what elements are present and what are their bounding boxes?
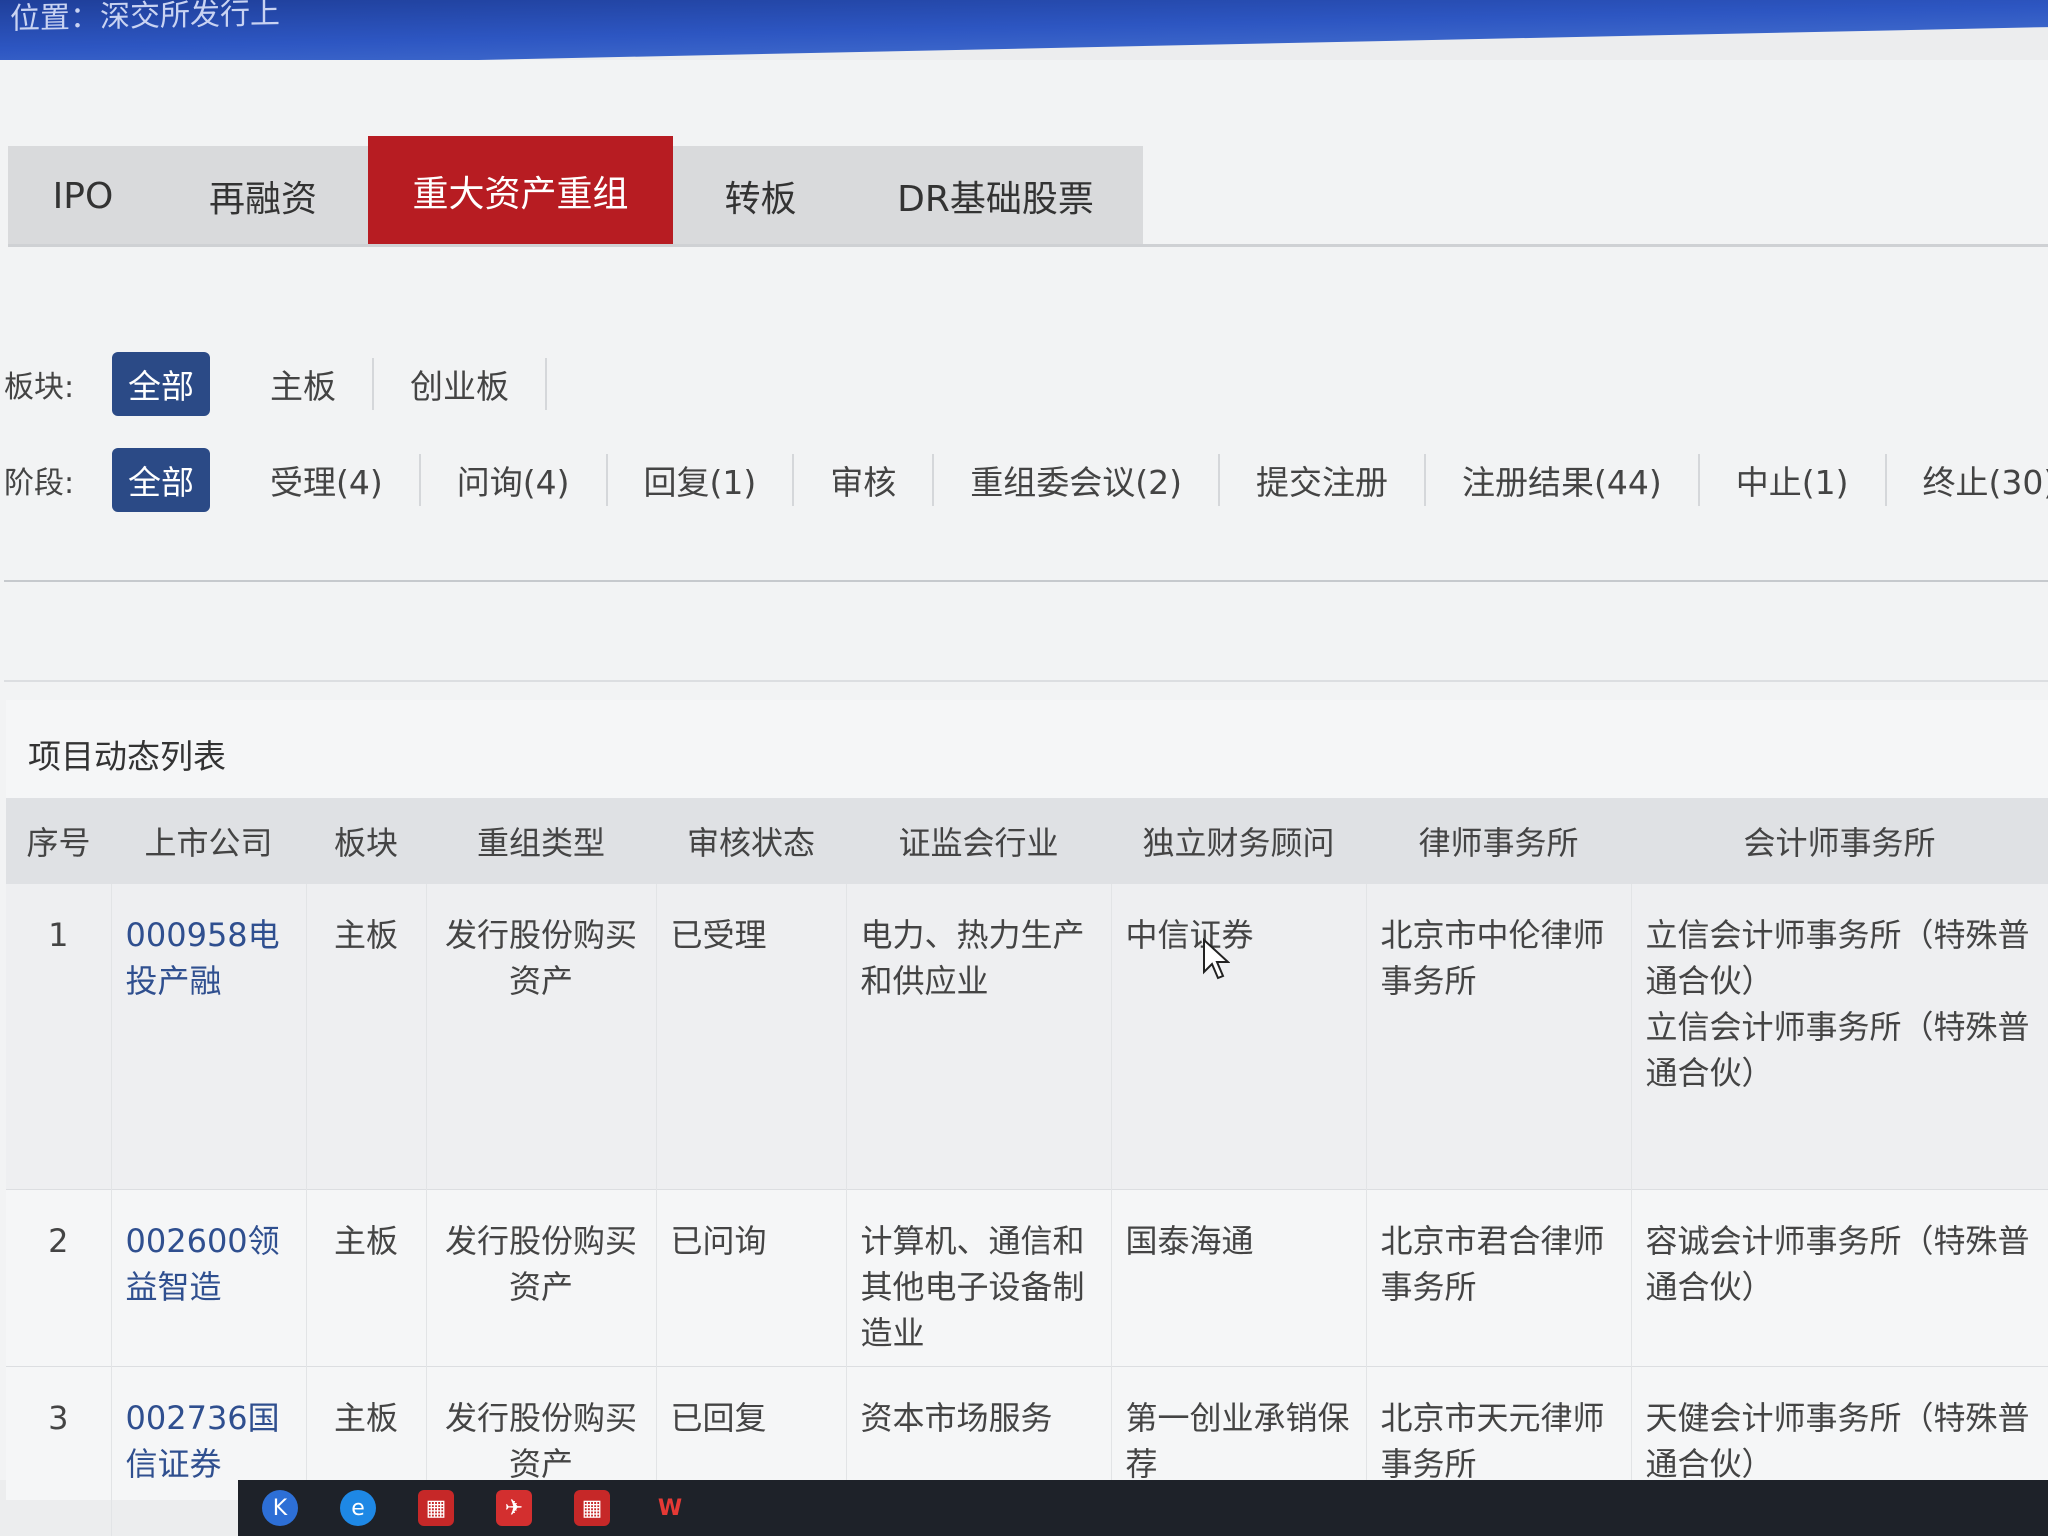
tab-ipo[interactable]: IPO — [8, 146, 158, 246]
main-page: IPO 再融资 重大资产重组 转板 DR基础股票 板块: 全部 主板 创业板 阶… — [0, 60, 2048, 1536]
board-option-all[interactable]: 全部 — [112, 352, 210, 416]
stage-option-submit-registration[interactable]: 提交注册 — [1220, 454, 1426, 506]
board-option-chinext[interactable]: 创业板 — [374, 358, 547, 410]
stage-option-terminated[interactable]: 终止(30) — [1887, 454, 2048, 506]
stage-option-inquiry[interactable]: 问询(4) — [421, 454, 608, 506]
app-icon-3[interactable]: ▦ — [574, 1490, 610, 1526]
cell-advisor: 国泰海通 — [1111, 1189, 1367, 1366]
category-tabs: IPO 再融资 重大资产重组 转板 DR基础股票 — [8, 136, 1143, 246]
cell-law-firm: 北京市君合律师事务所 — [1366, 1189, 1632, 1366]
col-header-status: 审核状态 — [686, 824, 815, 862]
accounting-firm-1: 立信会计师事务所（特殊普通合伙） — [1645, 916, 2030, 1000]
filter-divider — [4, 580, 2048, 582]
project-table: 序号 上市公司 板块 重组类型 审核状态 证监会行业 独立财务顾问 律师事务所 … — [6, 798, 2048, 1536]
cell-type: 发行股份购买资产 — [426, 1189, 657, 1366]
cell-industry: 计算机、通信和其他电子设备制造业 — [846, 1189, 1112, 1366]
col-header-type: 重组类型 — [476, 824, 605, 862]
stage-filter-label: 阶段: — [4, 466, 75, 501]
cell-accounting: 容诚会计师事务所（特殊普通合伙） — [1631, 1189, 2048, 1366]
col-header-company: 上市公司 — [144, 824, 273, 862]
stage-option-all[interactable]: 全部 — [112, 448, 210, 512]
col-header-board: 板块 — [333, 824, 398, 862]
board-option-main[interactable]: 主板 — [234, 358, 374, 410]
stage-option-registration-result[interactable]: 注册结果(44) — [1426, 454, 1700, 506]
cell-board: 主板 — [306, 884, 427, 1189]
app-icon-2[interactable]: ✈ — [496, 1490, 532, 1526]
window-title: 位置：深交所发行上 — [10, 0, 280, 37]
stage-filter: 阶段: 全部 受理(4) 问询(4) 回复(1) 审核 重组委会议(2) 提交注… — [0, 446, 2048, 514]
table-header-row: 序号 上市公司 板块 重组类型 审核状态 证监会行业 独立财务顾问 律师事务所 … — [6, 798, 2048, 884]
stage-option-committee[interactable]: 重组委会议(2) — [934, 454, 1220, 506]
tabs-underline — [8, 244, 2048, 247]
cell-status: 已受理 — [656, 884, 847, 1189]
cell-type: 发行股份购买资产 — [426, 884, 657, 1189]
mouse-pointer-icon — [1203, 938, 1230, 980]
cell-company-link[interactable]: 002600领益智造 — [111, 1189, 307, 1366]
tab-dr-stock[interactable]: DR基础股票 — [848, 146, 1143, 246]
stage-option-accepted[interactable]: 受理(4) — [234, 454, 421, 506]
stage-option-reply[interactable]: 回复(1) — [608, 454, 795, 506]
cell-advisor: 中信证券 — [1111, 884, 1367, 1189]
wps-icon[interactable]: W — [652, 1490, 688, 1526]
col-header-industry: 证监会行业 — [898, 824, 1059, 862]
col-header-advisor: 独立财务顾问 — [1142, 824, 1335, 862]
cell-law-firm: 北京市中伦律师事务所 — [1366, 884, 1632, 1189]
project-list-panel: 项目动态列表 序号 上市公司 板块 重组类型 审核状态 证监会行业 独立财务顾问… — [6, 700, 2048, 1536]
col-header-no: 序号 — [26, 824, 91, 862]
table-row: 1 000958电投产融 主板 发行股份购买资产 已受理 电力、热力生产和供应业… — [6, 884, 2048, 1189]
cell-industry: 电力、热力生产和供应业 — [846, 884, 1112, 1189]
stage-option-review[interactable]: 审核 — [794, 454, 935, 506]
col-header-accounting: 会计师事务所 — [1743, 824, 1936, 862]
accounting-firm-2: 立信会计师事务所（特殊普通合伙） — [1645, 1008, 2030, 1092]
board-filter-label: 板块: — [4, 370, 75, 405]
board-filter: 板块: 全部 主板 创业板 — [0, 350, 547, 418]
cell-company-link[interactable]: 000958电投产融 — [111, 884, 307, 1189]
tab-refinancing[interactable]: 再融资 — [158, 146, 368, 246]
cell-no: 2 — [6, 1189, 112, 1366]
cell-no: 3 — [6, 1366, 112, 1536]
k-icon[interactable]: K — [262, 1490, 298, 1526]
cell-accounting: 立信会计师事务所（特殊普通合伙） 立信会计师事务所（特殊普通合伙） — [1631, 884, 2048, 1189]
table-row: 2 002600领益智造 主板 发行股份购买资产 已问询 计算机、通信和其他电子… — [6, 1189, 2048, 1366]
ie-icon[interactable]: e — [340, 1490, 376, 1526]
tab-board-transfer[interactable]: 转板 — [673, 146, 848, 246]
taskbar: K e ▦ ✈ ▦ W — [238, 1480, 2048, 1536]
col-header-law-firm: 律师事务所 — [1418, 824, 1579, 862]
panel-title: 项目动态列表 — [28, 737, 226, 776]
app-icon-1[interactable]: ▦ — [418, 1490, 454, 1526]
stage-option-suspended[interactable]: 中止(1) — [1700, 454, 1887, 506]
cell-status: 已问询 — [656, 1189, 847, 1366]
cell-no: 1 — [6, 884, 112, 1189]
cell-board: 主板 — [306, 1189, 427, 1366]
tab-major-asset-restructuring[interactable]: 重大资产重组 — [368, 136, 673, 246]
section-divider — [4, 680, 2048, 682]
